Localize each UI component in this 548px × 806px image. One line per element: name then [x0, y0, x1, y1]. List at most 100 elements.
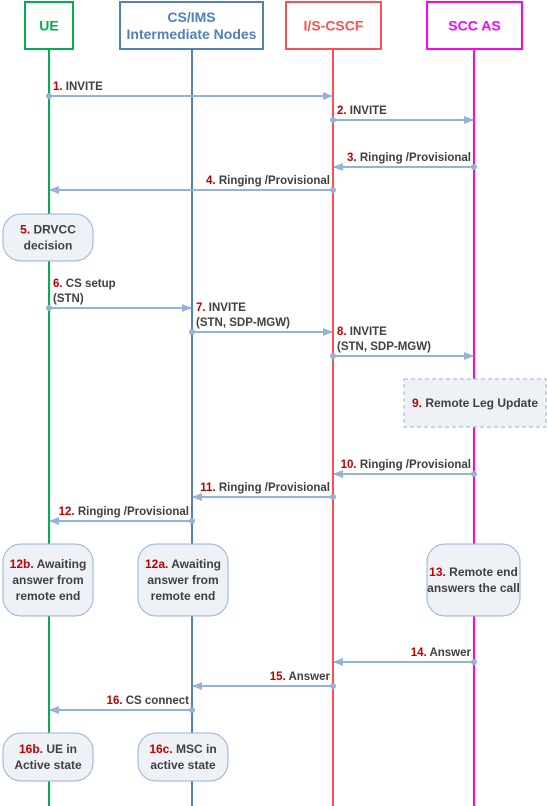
participant-label: Intermediate Nodes	[127, 26, 257, 42]
message-label: 11. Ringing /Provisional	[200, 482, 330, 494]
message-label: 3. Ringing /Provisional	[347, 152, 471, 164]
message-label: 10. Ringing /Provisional	[341, 459, 471, 471]
action-box-shape	[137, 732, 229, 782]
action-text: 16c. MSC in	[149, 742, 216, 756]
action-box-shape	[2, 732, 94, 782]
message-text: (STN)	[53, 293, 84, 305]
message-text: CS connect	[126, 695, 189, 707]
action-text: 5. DRVCC	[20, 223, 76, 237]
action-text: 13. Remote end	[429, 565, 518, 579]
participant-sccas: SCC AS	[426, 1, 523, 50]
participant-iscscf: I/S-CSCF	[285, 1, 382, 50]
message-text: (STN, SDP-MGW)	[337, 341, 431, 353]
action-label: MSC in	[176, 742, 217, 756]
message-params: (STN, SDP-MGW)	[337, 341, 431, 353]
message-text: CS setup	[66, 278, 116, 290]
message-12: 15. Answer	[192, 671, 336, 690]
step-number: 12a.	[145, 557, 171, 571]
action-box-12a: 12a. Awaiting answer from remote end	[137, 543, 229, 617]
message-text: Answer	[429, 647, 471, 659]
message-origin-dot	[189, 518, 195, 524]
action-text: active state	[150, 758, 216, 772]
message-origin-dot	[189, 707, 195, 713]
action-text: answer from	[147, 573, 218, 587]
action-label: answers the call	[427, 581, 520, 595]
step-number: 16b.	[19, 742, 46, 756]
step-number: 15.	[270, 671, 289, 683]
action-box-12b: 12b. Awaiting answer from remote end	[2, 543, 94, 617]
message-text: INVITE	[209, 302, 246, 314]
action-box-shape	[426, 543, 521, 617]
message-label: 1. INVITE	[53, 81, 103, 93]
message-2: 2. INVITE	[330, 105, 474, 124]
message-text: Ringing /Provisional	[78, 506, 189, 518]
message-origin-dot	[46, 93, 52, 99]
message-7: 8. INVITE (STN, SDP-MGW)	[330, 326, 474, 360]
message-origin-dot	[330, 494, 336, 500]
message-origin-dot	[471, 164, 477, 170]
message-label: 2. INVITE	[337, 105, 387, 117]
step-number: 12.	[59, 506, 78, 518]
message-params: (STN, SDP-MGW)	[196, 317, 290, 329]
action-text: 9. Remote Leg Update	[412, 396, 538, 410]
action-label: Awaiting	[171, 557, 221, 571]
action-box-16c: 16c. MSC in active state	[137, 732, 229, 782]
participant-label: SCC AS	[448, 18, 500, 34]
action-text: remote end	[151, 589, 216, 603]
message-3: 3. Ringing /Provisional	[333, 152, 477, 171]
step-number: 6.	[53, 278, 66, 290]
action-box-shape	[2, 213, 94, 262]
message-text: INVITE	[350, 326, 387, 338]
action-text: 12a. Awaiting	[145, 557, 221, 571]
action-label: answer from	[147, 573, 218, 587]
step-number: 1.	[53, 81, 66, 93]
message-label: 15. Answer	[270, 671, 331, 683]
message-text: (STN, SDP-MGW)	[196, 317, 290, 329]
message-text: Ringing /Provisional	[219, 482, 330, 494]
message-label: 16. CS connect	[107, 695, 190, 707]
message-9: 11. Ringing /Provisional	[192, 482, 336, 501]
step-number: 12b.	[10, 557, 37, 571]
message-label: 7. INVITE	[196, 302, 246, 314]
action-box-16b: 16b. UE in Active state	[2, 732, 94, 782]
message-origin-dot	[471, 659, 477, 665]
action-label: Remote Leg Update	[425, 396, 538, 410]
action-text: Active state	[14, 758, 82, 772]
message-8: 10. Ringing /Provisional	[333, 459, 477, 478]
message-text: Answer	[288, 671, 330, 683]
participant-label: CS/IMS	[167, 9, 215, 25]
step-number: 3.	[347, 152, 360, 164]
message-label: 6. CS setup	[53, 278, 116, 290]
action-box-5: 5. DRVCC decision	[2, 213, 94, 262]
message-origin-dot	[330, 187, 336, 193]
action-label: Active state	[14, 758, 82, 772]
step-number: 2.	[337, 105, 350, 117]
action-label: Remote end	[449, 565, 518, 579]
message-text: Ringing /Provisional	[360, 459, 471, 471]
step-number: 5.	[20, 223, 33, 237]
message-label: 4. Ringing /Provisional	[206, 175, 330, 187]
action-text: remote end	[16, 589, 81, 603]
action-box-9: 9. Remote Leg Update	[403, 378, 547, 428]
message-13: 16. CS connect	[49, 695, 195, 714]
message-text: Ringing /Provisional	[360, 152, 471, 164]
step-number: 8.	[337, 326, 350, 338]
message-origin-dot	[46, 305, 52, 311]
action-label: active state	[150, 758, 216, 772]
step-number: 7.	[196, 302, 209, 314]
sequence-diagram: UE CS/IMS Intermediate Nodes I/S-CSCF SCC AS…	[0, 0, 548, 806]
message-5: 6. CS setup (STN)	[46, 278, 192, 312]
action-label: UE in	[46, 742, 77, 756]
message-text: INVITE	[350, 105, 387, 117]
message-origin-dot	[330, 353, 336, 359]
message-10: 12. Ringing /Provisional	[49, 506, 195, 525]
action-label: remote end	[16, 589, 81, 603]
step-number: 16.	[107, 695, 126, 707]
step-number: 14.	[411, 647, 430, 659]
action-label: Awaiting	[37, 557, 87, 571]
action-label: DRVCC	[33, 223, 76, 237]
step-number: 9.	[412, 396, 425, 410]
message-label: 12. Ringing /Provisional	[59, 506, 189, 518]
message-text: Ringing /Provisional	[219, 175, 330, 187]
message-6: 7. INVITE (STN, SDP-MGW)	[189, 302, 333, 336]
